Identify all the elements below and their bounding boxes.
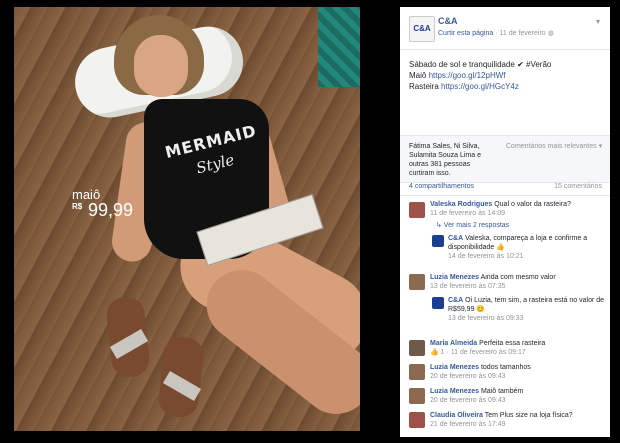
post-panel: C&A C&A Curtir esta página · 11 de fever… bbox=[400, 7, 610, 437]
comment-text: Tem Plus size na loja física? bbox=[484, 412, 573, 419]
avatar[interactable] bbox=[409, 412, 425, 428]
comment: Claudia Oliveira Tem Plus size na loja f… bbox=[430, 411, 606, 429]
likes-summary: Fátima Sales, Ni Silva, Sulamita Souza L… bbox=[400, 135, 610, 183]
comment: Luzia Menezes Maiô também 20 de fevereir… bbox=[430, 387, 606, 405]
post-line-1: Sábado de sol e tranquilidade ✔ #Verão bbox=[409, 60, 552, 69]
price-currency: R$ bbox=[72, 202, 83, 211]
comment-author[interactable]: Luzia Menezes bbox=[430, 364, 479, 371]
globe-icon: ◍ bbox=[547, 30, 554, 37]
like-page-link[interactable]: Curtir esta página bbox=[438, 30, 493, 37]
reply-meta: 14 de fevereiro às 10:21 bbox=[448, 253, 524, 260]
share-comment-counts: 4 compartilhamentos 15 comentários bbox=[400, 181, 610, 196]
reply-text: Oi Luzia, tem sim, a rasteira está no va… bbox=[448, 297, 605, 313]
comment: Maria Almeida Perfeita essa rasteira 👍 1… bbox=[430, 339, 606, 357]
ad-photo[interactable]: MERMAID Style maiô R$ 99,99 bbox=[14, 7, 360, 431]
comment-meta: 20 de fevereiro às 09:43 bbox=[430, 373, 506, 380]
page-name[interactable]: C&A bbox=[438, 16, 458, 26]
comment-text: Qual o valor da rasteira? bbox=[494, 201, 571, 208]
comment-filter[interactable]: Comentários mais relevantes ▾ bbox=[506, 142, 602, 150]
comment-meta: 21 de fevereiro às 17:49 bbox=[430, 421, 506, 428]
avatar[interactable] bbox=[432, 297, 444, 309]
page-logo[interactable]: C&A bbox=[409, 16, 435, 42]
avatar[interactable] bbox=[409, 202, 425, 218]
reply: C&A Oi Luzia, tem sim, a rasteira está n… bbox=[448, 296, 606, 323]
comment-author[interactable]: Luzia Menezes bbox=[430, 388, 479, 395]
comment-text: Maiô também bbox=[480, 388, 524, 395]
post-line-3-label: Rasteira bbox=[409, 82, 439, 91]
reply: C&A Valeska, compareça a loja e confirme… bbox=[448, 234, 606, 261]
avatar[interactable] bbox=[409, 364, 425, 380]
shares-count[interactable]: 4 compartilhamentos bbox=[409, 183, 474, 190]
reply-meta: 13 de fevereiro às 09:33 bbox=[448, 315, 524, 322]
comment-meta: 11 de fevereiro às 14:09 bbox=[430, 210, 505, 217]
reply-text: Valeska, compareça a loja e confirme a d… bbox=[448, 235, 588, 251]
comment: Luzia Menezes todos tamanhos 20 de fever… bbox=[430, 363, 606, 381]
post-text: Sábado de sol e tranquilidade ✔ #Verão M… bbox=[409, 59, 604, 92]
comments-count[interactable]: 15 comentários bbox=[554, 183, 602, 190]
comment-author[interactable]: Valeska Rodrigues bbox=[430, 201, 492, 208]
post-line-2-label: Maiô bbox=[409, 71, 427, 80]
sandal-link[interactable]: https://goo.gl/HGcY4z bbox=[441, 82, 519, 91]
avatar[interactable] bbox=[409, 340, 425, 356]
comment-author[interactable]: Maria Almeida bbox=[430, 340, 477, 347]
comment-meta: 13 de fevereiro às 07:35 bbox=[430, 283, 506, 290]
comment-text: Perfeita essa rasteira bbox=[479, 340, 546, 347]
post-date[interactable]: 11 de fevereiro bbox=[500, 30, 546, 37]
likes-text[interactable]: Fátima Sales, Ni Silva, Sulamita Souza L… bbox=[409, 142, 484, 178]
reply-author[interactable]: C&A bbox=[448, 297, 463, 304]
more-replies-link[interactable]: ↳ Ver mais 2 respostas bbox=[436, 221, 509, 230]
price-value: 99,99 bbox=[88, 200, 134, 220]
comment-author[interactable]: Luzia Menezes bbox=[430, 274, 479, 281]
comment: Valeska Rodrigues Qual o valor da rastei… bbox=[430, 200, 606, 218]
comment-meta: 👍 1 · 11 de fevereiro às 09:17 bbox=[430, 349, 526, 356]
avatar[interactable] bbox=[432, 235, 444, 247]
avatar[interactable] bbox=[409, 388, 425, 404]
more-replies-text[interactable]: ↳ Ver mais 2 respostas bbox=[436, 222, 509, 229]
comment: Luzia Menezes Ainda com mesmo valor 13 d… bbox=[430, 273, 606, 291]
comment-meta: 20 de fevereiro às 09:43 bbox=[430, 397, 506, 404]
pool-water bbox=[318, 7, 360, 87]
post-meta: Curtir esta página · 11 de fevereiro ◍ bbox=[438, 29, 554, 37]
comment-author[interactable]: Claudia Oliveira bbox=[430, 412, 483, 419]
post-header: C&A C&A Curtir esta página · 11 de fever… bbox=[400, 7, 610, 50]
model-face bbox=[134, 35, 188, 97]
avatar[interactable] bbox=[409, 274, 425, 290]
swimsuit-link[interactable]: https://goo.gl/12pHWf bbox=[429, 71, 506, 80]
comment-text: Ainda com mesmo valor bbox=[480, 274, 556, 281]
reply-author[interactable]: C&A bbox=[448, 235, 463, 242]
comment-text: todos tamanhos bbox=[480, 364, 531, 371]
chevron-down-icon[interactable]: ▾ bbox=[596, 17, 600, 26]
